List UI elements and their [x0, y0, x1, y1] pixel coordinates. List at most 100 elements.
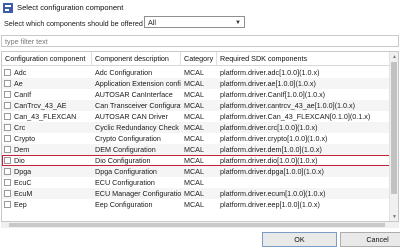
scroll-up-icon[interactable]: ▲	[390, 52, 398, 61]
filter-text-input[interactable]	[1, 35, 399, 47]
cell-category: MCAL	[184, 178, 204, 187]
table-row[interactable]: EcuM ECU Manager Configuration MCAL platfor…	[2, 188, 390, 199]
vertical-scrollbar[interactable]: ▲ ▼	[389, 52, 398, 221]
table-row[interactable]: Adc Adc Configuration MCAL platform.driver.…	[2, 67, 390, 78]
component-name: EcuM	[14, 189, 33, 198]
cell-description: ECU Manager Configuration	[95, 189, 181, 198]
table-body: Adc Adc Configuration MCAL platform.driver.…	[2, 67, 390, 210]
cell-category: MCAL	[184, 134, 204, 143]
components-table: Configuration component Component descri…	[1, 51, 399, 222]
cell-description: AUTOSAR CAN Driver	[95, 112, 168, 121]
cell-category: MCAL	[184, 156, 204, 165]
checkbox-icon[interactable]	[4, 190, 11, 197]
table-row[interactable]: EcuC ECU Configuration MCAL	[2, 177, 390, 188]
cell-component: Ae	[2, 78, 92, 89]
cell-sdk: platform.driver.ecum[1.0.0](1.0.x)	[220, 189, 326, 198]
cell-description: Dpga Configuration	[95, 167, 157, 176]
component-name: Can_43_FLEXCAN	[14, 112, 77, 121]
component-name: Eep	[14, 200, 27, 209]
checkbox-icon[interactable]	[4, 201, 11, 208]
horizontal-scrollbar[interactable]	[1, 222, 399, 228]
cell-description: ECU Configuration	[95, 178, 155, 187]
cell-component: Dem	[2, 144, 92, 155]
table-row[interactable]: Eep Eep Configuration MCAL platform.driver.…	[2, 199, 390, 210]
cell-component: Crypto	[2, 133, 92, 144]
filter-row: Select which components should be offere…	[0, 16, 400, 30]
table-row[interactable]: Dem DEM Configuration MCAL platform.driver.…	[2, 144, 390, 155]
cell-sdk: platform.driver.CanIf[1.0.0](1.0.x)	[220, 90, 326, 99]
cell-sdk	[217, 177, 390, 188]
chevron-down-icon[interactable]: ▼	[234, 19, 242, 26]
table-row[interactable]: Can_43_FLEXCAN AUTOSAR CAN Driver MCAL plat…	[2, 111, 390, 122]
app-icon	[3, 2, 13, 13]
cell-category: MCAL	[184, 101, 204, 110]
cell-category: MCAL	[184, 167, 204, 176]
table-row[interactable]: CanTrcv_43_AE Can Transceiver Configurati…	[2, 100, 390, 111]
title-bar: Select configuration component	[0, 0, 400, 15]
component-name: EcuC	[14, 178, 32, 187]
cell-category: MCAL	[184, 112, 204, 121]
table-row[interactable]: CanIf AUTOSAR CanInterface MCAL platform.dr…	[2, 89, 390, 100]
checkbox-icon[interactable]	[4, 80, 11, 87]
checkbox-icon[interactable]	[4, 91, 11, 98]
table-row[interactable]: Dpga Dpga Configuration MCAL platform.drive…	[2, 166, 390, 177]
cell-component: Crc	[2, 122, 92, 133]
cell-sdk: platform.driver.adc[1.0.0](1.0.x)	[220, 68, 320, 77]
cell-description: Crypto Configuration	[95, 134, 161, 143]
table-row[interactable]: Crc Cyclic Redundancy Check DriverMCAL pla…	[2, 122, 390, 133]
filter-label: Select which components should be offere…	[4, 18, 143, 28]
vertical-scroll-thumb[interactable]	[391, 62, 397, 194]
cell-component: CanTrcv_43_AE	[2, 100, 92, 111]
checkbox-icon[interactable]	[4, 113, 11, 120]
cell-description: Eep Configuration	[95, 200, 153, 209]
component-name: Ae	[14, 79, 23, 88]
cell-category: MCAL	[184, 145, 204, 154]
checkbox-icon[interactable]	[4, 69, 11, 76]
checkbox-icon[interactable]	[4, 102, 11, 109]
table-row-selected[interactable]: Dio Dio Configuration MCAL platform.driver.…	[2, 155, 390, 166]
column-header-category[interactable]: Category	[181, 52, 217, 66]
table-row[interactable]: Ae Application Extension configurationMCA…	[2, 78, 390, 89]
table-header: Configuration component Component descri…	[2, 52, 390, 66]
ok-button[interactable]: OK	[262, 232, 337, 247]
cell-component: Dpga	[2, 166, 92, 177]
cell-sdk: platform.driver.cantrcv_43_ae[1.0.0](1.0…	[220, 101, 356, 110]
checkbox-icon[interactable]	[4, 124, 11, 131]
window-title: Select configuration component	[17, 3, 124, 12]
scroll-down-icon[interactable]: ▼	[390, 212, 398, 221]
component-name: Dpga	[14, 167, 32, 176]
cell-category: MCAL	[184, 79, 204, 88]
checkbox-icon[interactable]	[4, 135, 11, 142]
checkbox-icon[interactable]	[4, 157, 11, 164]
checkbox-icon[interactable]	[4, 146, 11, 153]
column-header-description[interactable]: Component description	[92, 52, 181, 66]
cell-sdk: platform.driver.ae[1.0.0](1.0.x)	[220, 79, 316, 88]
cell-component: CanIf	[2, 89, 92, 100]
cell-component: Eep	[2, 199, 92, 210]
cell-sdk: platform.driver.crc[1.0.0](1.0.x)	[220, 123, 318, 132]
cell-category: MCAL	[184, 189, 204, 198]
checkbox-icon[interactable]	[4, 179, 11, 186]
cell-sdk: platform.driver.crypto[1.0.0](1.0.x)	[220, 134, 328, 143]
cell-component: EcuC	[2, 177, 92, 188]
table-row[interactable]: Crypto Crypto Configuration MCAL platform.d…	[2, 133, 390, 144]
component-filter-select[interactable]: All ▼	[144, 16, 245, 28]
column-header-sdk[interactable]: Required SDK components	[217, 52, 390, 66]
cell-description: Can Transceiver Configuration	[95, 101, 181, 110]
cancel-button[interactable]: Cancel	[340, 232, 400, 247]
cell-component: EcuM	[2, 188, 92, 199]
cell-description: Dio Configuration	[95, 156, 151, 165]
cell-sdk: platform.driver.Can_43_FLEXCAN[0.1.0](0.…	[220, 112, 371, 121]
cell-component: Adc	[2, 67, 92, 78]
cell-category: MCAL	[184, 200, 204, 209]
cell-sdk: platform.driver.dio[1.0.0](1.0.x)	[220, 156, 318, 165]
component-name: CanTrcv_43_AE	[14, 101, 67, 110]
column-header-component[interactable]: Configuration component	[2, 52, 92, 66]
cell-sdk: platform.driver.dem[1.0.0](1.0.x)	[220, 145, 322, 154]
cell-description: Adc Configuration	[95, 68, 153, 77]
checkbox-icon[interactable]	[4, 168, 11, 175]
cell-component: Can_43_FLEXCAN	[2, 111, 92, 122]
horizontal-scroll-thumb[interactable]	[9, 223, 385, 227]
cell-sdk: platform.driver.dpga[1.0.0](1.0.x)	[220, 167, 324, 176]
component-name: Dem	[14, 145, 30, 154]
